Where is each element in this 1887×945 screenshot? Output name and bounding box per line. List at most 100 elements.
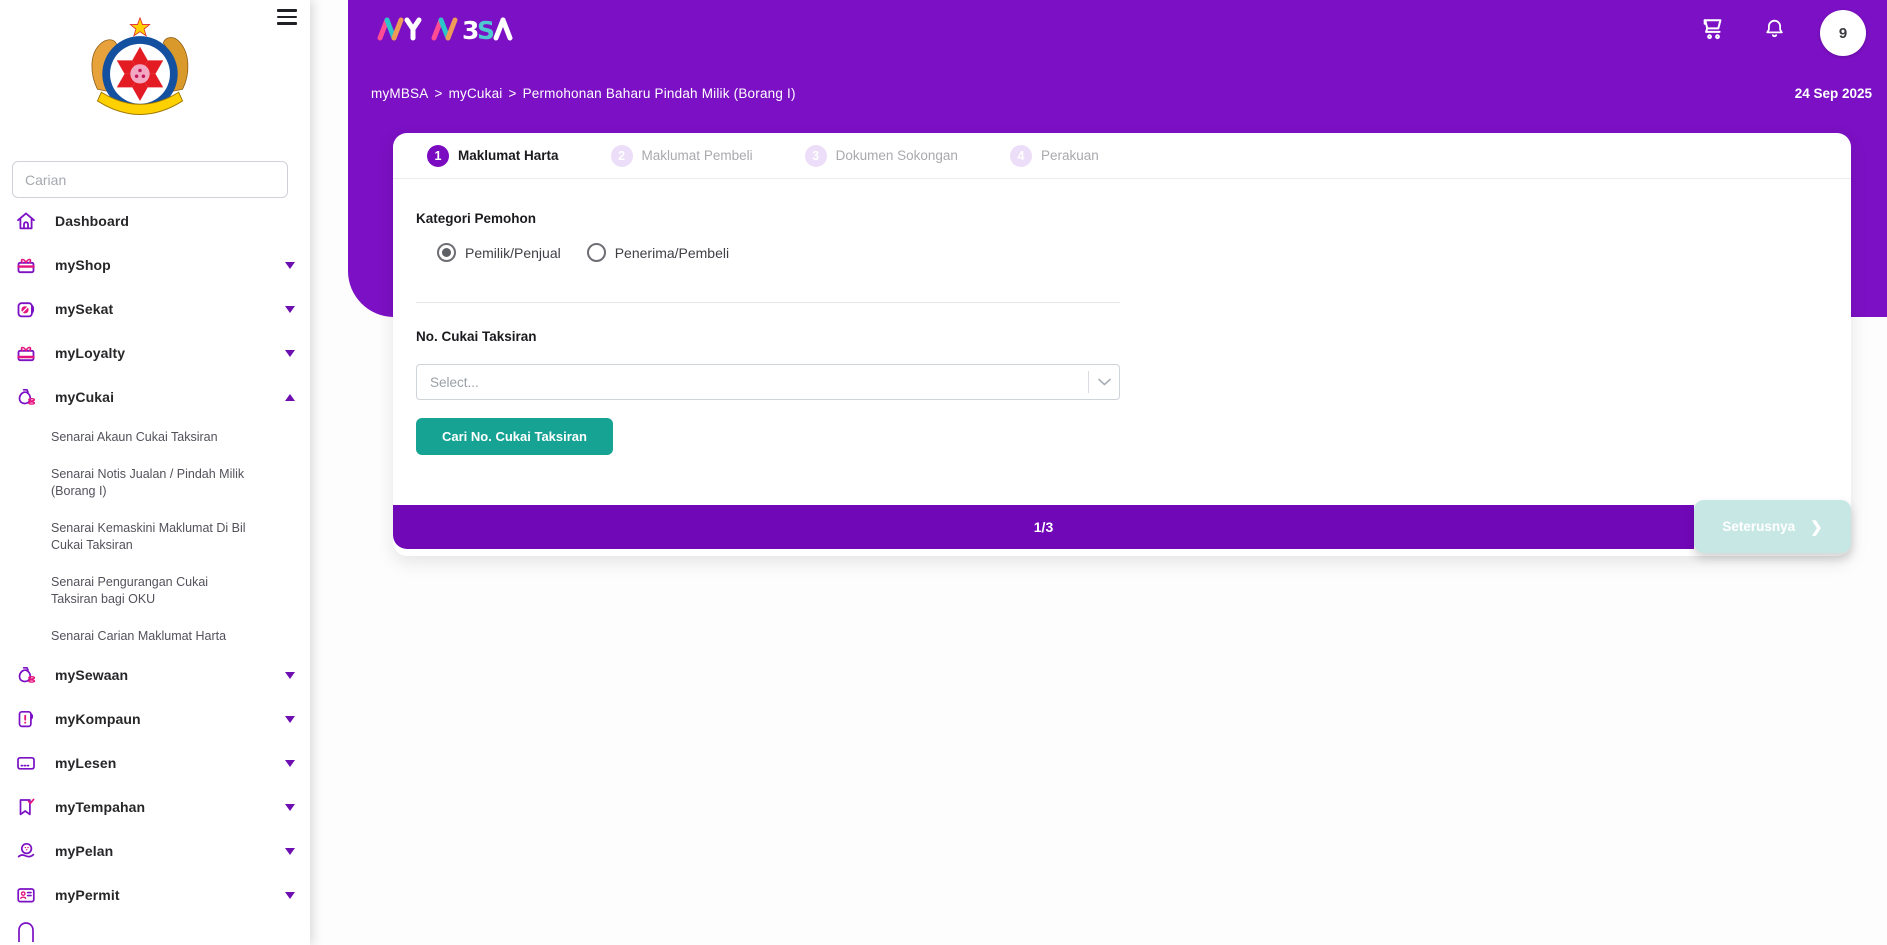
money-bag-icon (14, 663, 38, 687)
sidebar-item-mysewaan[interactable]: mySewaan (0, 653, 310, 697)
sidebar-item-label: myPermit (55, 887, 120, 903)
no-cukai-taksiran-select[interactable]: Select... (416, 364, 1120, 400)
step-label: Maklumat Pembeli (642, 148, 753, 163)
sidebar-item-mypelan[interactable]: myPelan (0, 829, 310, 873)
mbsa-wordmark-logo[interactable]: 3 S (376, 14, 538, 44)
sidebar-item-mytempahan[interactable]: myTempahan (0, 785, 310, 829)
chevron-down-icon (285, 760, 295, 767)
sidebar-item-mycukai[interactable]: myCukai (0, 375, 310, 419)
sidebar-item-myshop[interactable]: myShop (0, 243, 310, 287)
sidebar-item-mysekat[interactable]: mySekat (0, 287, 310, 331)
chevron-up-icon (285, 394, 295, 401)
radio-label: Pemilik/Penjual (465, 245, 561, 261)
mymbsa-portal: Dashboard myShop mySe (0, 0, 1887, 945)
select-placeholder: Select... (430, 375, 1088, 390)
cart-icon[interactable] (1700, 15, 1728, 43)
chevron-down-icon (285, 672, 295, 679)
radio-selected-icon (437, 243, 456, 262)
chevron-down-icon (285, 892, 295, 899)
sidebar-subitem[interactable]: Senarai Carian Maklumat Harta (51, 628, 252, 646)
sidebar-item-label: mySewaan (55, 667, 128, 683)
chevron-down-icon (285, 804, 295, 811)
kategori-pemohon-label: Kategori Pemohon (416, 211, 536, 226)
chevron-down-icon (285, 716, 295, 723)
avatar-count: 9 (1839, 25, 1847, 42)
current-date: 24 Sep 2025 (1795, 86, 1872, 101)
step-number: 3 (805, 145, 827, 167)
notification-bell-icon[interactable] (1762, 16, 1787, 41)
cari-no-cukai-taksiran-button[interactable]: Cari No. Cukai Taksiran (416, 418, 613, 455)
sidebar: Dashboard myShop mySe (0, 0, 310, 945)
sidebar-item-partial[interactable] (0, 917, 310, 945)
id-card-icon (14, 883, 38, 907)
sidebar-item-label: myKompaun (55, 711, 141, 727)
sidebar-item-label: myTempahan (55, 799, 145, 815)
radio-penerima-pembeli[interactable]: Penerima/Pembeli (587, 243, 729, 262)
mycukai-submenu: Senarai Akaun Cukai Taksiran Senarai Not… (0, 419, 310, 653)
section-divider (416, 302, 1120, 303)
sidebar-nav: Dashboard myShop mySe (0, 199, 310, 945)
seterusnya-next-button[interactable]: Seterusnya ❯ (1694, 500, 1851, 553)
pagination-bar: 1/3 (393, 505, 1694, 549)
chevron-down-icon (1098, 378, 1111, 386)
sidebar-item-mylesen[interactable]: myLesen (0, 741, 310, 785)
kategori-radio-group: Pemilik/Penjual Penerima/Pembeli (437, 243, 729, 262)
shop-basket-icon (14, 253, 38, 277)
step-label: Maklumat Harta (458, 148, 559, 163)
step-number: 2 (611, 145, 633, 167)
ticket-alert-icon (14, 707, 38, 731)
breadcrumb: myMBSA > myCukai > Permohonan Baharu Pindah … (371, 86, 796, 101)
sidebar-subitem[interactable]: Senarai Kemaskini Maklumat Di Bil Cukai … (51, 520, 252, 555)
partial-icon (14, 920, 38, 944)
step-dokumen-sokongan[interactable]: 3 Dokumen Sokongan (805, 145, 958, 167)
no-cukai-taksiran-label: No. Cukai Taksiran (416, 329, 537, 344)
chevron-down-icon (285, 262, 295, 269)
sidebar-item-label: Dashboard (55, 213, 129, 229)
menu-icon[interactable] (277, 9, 297, 25)
breadcrumb-separator: > (508, 86, 516, 101)
sidebar-item-label: myLoyalty (55, 345, 125, 361)
form-card: 1 Maklumat Harta 2 Maklumat Pembeli 3 Do… (393, 133, 1851, 556)
sidebar-item-label: mySekat (55, 301, 113, 317)
sidebar-item-label: myLesen (55, 755, 116, 771)
user-avatar[interactable]: 9 (1820, 10, 1866, 56)
sidebar-subitem[interactable]: Senarai Pengurangan Cukai Taksiran bagi … (51, 574, 252, 609)
breadcrumb-link-mycukai[interactable]: myCukai (449, 86, 503, 101)
plan-hand-icon (14, 839, 38, 863)
next-button-label: Seterusnya (1722, 519, 1795, 534)
sidebar-item-myloyalty[interactable]: myLoyalty (0, 331, 310, 375)
sidebar-item-label: myPelan (55, 843, 113, 859)
sidebar-item-mykompaun[interactable]: myKompaun (0, 697, 310, 741)
money-bag-icon (14, 385, 38, 409)
sidebar-subitem[interactable]: Senarai Notis Jualan / Pindah Milik (Bor… (51, 466, 252, 501)
step-label: Dokumen Sokongan (836, 148, 958, 163)
step-perakuan[interactable]: 4 Perakuan (1010, 145, 1099, 167)
sidebar-item-label: myCukai (55, 389, 114, 405)
sidebar-item-label: myShop (55, 257, 111, 273)
radio-unselected-icon (587, 243, 606, 262)
form-stepper: 1 Maklumat Harta 2 Maklumat Pembeli 3 Do… (393, 133, 1851, 179)
license-card-icon (14, 751, 38, 775)
radio-pemilik-penjual[interactable]: Pemilik/Penjual (437, 243, 561, 262)
mbsa-crest-logo (82, 13, 198, 127)
step-maklumat-harta[interactable]: 1 Maklumat Harta (427, 145, 559, 167)
step-number: 1 (427, 145, 449, 167)
sidebar-item-mypermit[interactable]: myPermit (0, 873, 310, 917)
sidebar-item-dashboard[interactable]: Dashboard (0, 199, 310, 243)
home-icon (14, 209, 38, 233)
radio-label: Penerima/Pembeli (615, 245, 729, 261)
breadcrumb-link-mymbsa[interactable]: myMBSA (371, 86, 428, 101)
sidebar-subitem[interactable]: Senarai Akaun Cukai Taksiran (51, 429, 252, 447)
chevron-down-icon (285, 848, 295, 855)
step-number: 4 (1010, 145, 1032, 167)
chevron-down-icon (285, 306, 295, 313)
bookmark-check-icon (14, 795, 38, 819)
breadcrumb-current-page: Permohonan Baharu Pindah Milik (Borang I… (523, 86, 796, 101)
step-maklumat-pembeli[interactable]: 2 Maklumat Pembeli (611, 145, 753, 167)
svg-text:S: S (477, 16, 495, 44)
breadcrumb-separator: > (434, 86, 442, 101)
select-divider (1088, 371, 1089, 393)
page-indicator: 1/3 (1034, 519, 1053, 535)
search-input[interactable] (12, 161, 288, 198)
gift-icon (14, 341, 38, 365)
